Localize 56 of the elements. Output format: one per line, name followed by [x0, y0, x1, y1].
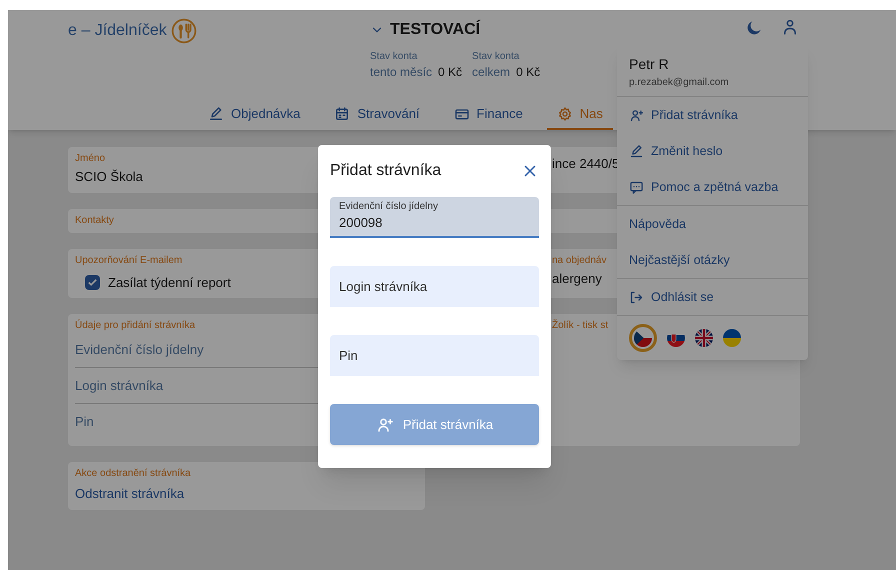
list-item: Evidenční číslo jídelny: [75, 340, 204, 359]
menu-item[interactable]: Nápověda: [617, 206, 808, 242]
tab[interactable]: Nas: [546, 100, 613, 130]
menu-item[interactable]: Přidat strávníka: [617, 97, 808, 133]
chat-icon: [629, 180, 644, 194]
person-plus-icon: [629, 108, 644, 122]
person-plus-icon: [376, 416, 394, 434]
balance-amount: 0 Kč: [438, 64, 462, 81]
account-name[interactable]: TESTOVACÍ: [390, 18, 480, 42]
remove-link[interactable]: Odstranit strávníka: [75, 484, 184, 504]
menu-item[interactable]: Pomoc a zpětná vazba: [617, 169, 808, 205]
list-item: Login strávníka: [75, 376, 164, 395]
user-name: Petr R: [629, 55, 670, 74]
balance-label: Stav konta: [370, 51, 418, 63]
czech-flag-icon: [634, 329, 652, 347]
field-label: Akce odstranění strávníka: [75, 467, 191, 480]
list-item: Pin: [75, 413, 94, 432]
checkbox[interactable]: [85, 274, 100, 290]
settings-icon: [556, 106, 573, 122]
field-value: SCIO Škola: [75, 168, 143, 186]
tab[interactable]: Objednávka: [198, 100, 310, 130]
calendar-icon: [334, 106, 350, 122]
field-value: alergeny: [552, 270, 602, 288]
balance-amount: 0 Kč: [516, 64, 540, 81]
menu-item[interactable]: Nejčastější otázky: [617, 242, 808, 278]
logout-icon: [629, 290, 644, 304]
language-button[interactable]: [723, 329, 741, 347]
field-label: Jméno: [75, 152, 106, 165]
balance-period: celkem: [472, 64, 510, 81]
tab[interactable]: Stravování: [324, 100, 430, 130]
dialog-title: Přidat strávníka: [330, 161, 442, 181]
check-icon: [87, 276, 98, 288]
input-field[interactable]: Pin: [330, 335, 539, 376]
pencil-icon: [208, 106, 224, 122]
menu-item[interactable]: Změnit heslo: [617, 133, 808, 169]
field-label: Žolík - tisk st: [552, 319, 608, 332]
uk-flag-icon: [695, 329, 713, 347]
pencil-icon: [629, 144, 644, 158]
field-label: na objednáv: [552, 254, 606, 266]
checkbox-label: Zasílat týdenní report: [108, 274, 231, 292]
user-icon: [781, 18, 799, 36]
menu-item[interactable]: Odhlásit se: [617, 279, 808, 315]
balance-period: tento měsíc: [370, 64, 432, 81]
field-label: Kontakty: [75, 214, 114, 226]
tab[interactable]: Finance: [444, 100, 533, 130]
input-field[interactable]: Evidenční číslo jídelny 200098: [330, 197, 539, 238]
field-label: Upozorňování E-mailem: [75, 254, 182, 266]
input-field[interactable]: Login strávníka: [330, 266, 539, 307]
user-email: p.rezabek@gmail.com: [629, 76, 730, 90]
language-button[interactable]: [629, 324, 657, 352]
ukraine-flag-icon: [723, 329, 741, 347]
balance-label: Stav konta: [472, 51, 520, 63]
field-label: Údaje pro přidání strávníka: [75, 319, 196, 332]
language-button[interactable]: [695, 329, 713, 347]
logo-text: e – Jídelníček: [68, 21, 167, 41]
fork-spoon-icon: [170, 18, 197, 44]
